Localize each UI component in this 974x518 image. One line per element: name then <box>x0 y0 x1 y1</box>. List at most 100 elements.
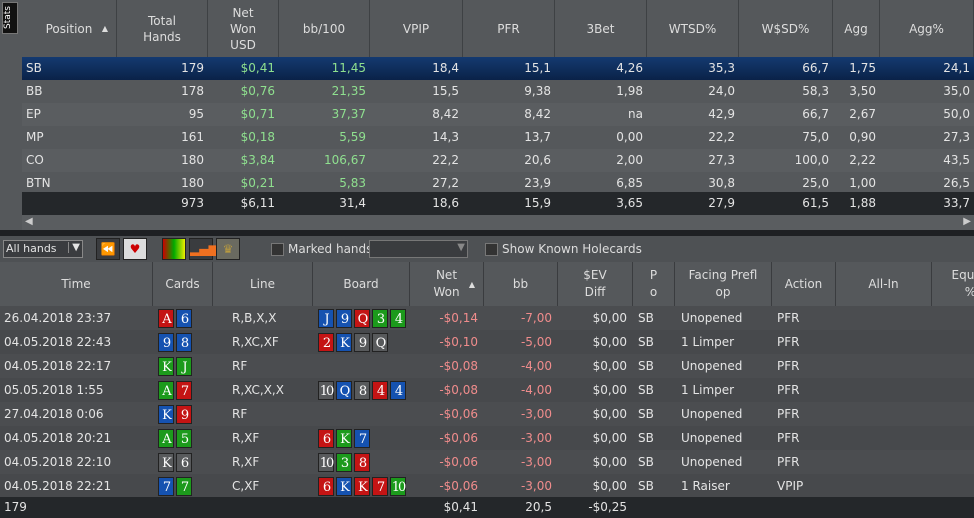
column-header[interactable]: Board <box>313 262 410 306</box>
column-header[interactable]: $EV Diff <box>558 262 633 306</box>
stats-cell: 66,7 <box>802 61 829 75</box>
stats-cell: 15,5 <box>432 84 459 98</box>
time-cell: 05.05.2018 1:55 <box>4 383 104 397</box>
column-header[interactable]: W$SD% <box>739 0 833 57</box>
hand-row[interactable]: 04.05.2018 22:10 R,XF SB Unopened PFR -$0,06 -… <box>0 450 974 474</box>
total-cell: -$0,25 <box>588 500 627 514</box>
column-header[interactable]: Po <box>633 262 675 306</box>
column-header-label: Line <box>249 276 275 291</box>
playing-card: K <box>354 477 370 496</box>
line-cell: R,XC,XF <box>232 335 279 349</box>
stats-panel: Stats ◀ ▶ Position ▲ Total Hands Net Won US… <box>0 0 974 230</box>
show-known-holecards-checkbox[interactable] <box>485 243 498 256</box>
pos-cell: SB <box>638 407 654 421</box>
scroll-right-icon[interactable]: ▶ <box>963 216 971 227</box>
column-header[interactable]: Agg <box>833 0 880 57</box>
column-header[interactable]: Cards <box>153 262 213 306</box>
stats-tab[interactable]: Stats <box>2 2 18 34</box>
action-cell: PFR <box>777 407 800 421</box>
playing-card: 6 <box>176 309 192 328</box>
playing-card: 8 <box>354 381 370 400</box>
action-cell: VPIP <box>777 479 804 493</box>
column-header[interactable]: Facing Preflop <box>675 262 772 306</box>
hole-cards: A6 <box>158 306 194 330</box>
column-header[interactable]: Line <box>213 262 313 306</box>
grid-view-icon[interactable] <box>162 238 186 260</box>
column-header[interactable]: All-In <box>836 262 932 306</box>
pos-cell: SB <box>638 455 654 469</box>
column-header[interactable]: bb <box>484 262 558 306</box>
hand-row[interactable]: 04.05.2018 20:21 R,XF SB Unopened PFR -$0,06 -… <box>0 426 974 450</box>
stats-row[interactable]: SB 179 $0,41 11,45 18,4 15,1 4,26 35,3 66,7 1,75 2… <box>22 57 974 80</box>
marked-hands-dropdown[interactable]: ▼ <box>369 240 468 258</box>
playing-card: 10 <box>390 477 406 496</box>
stats-cell: 161 <box>181 130 204 144</box>
rewind-button[interactable]: ⏪ <box>96 238 120 260</box>
marked-hands-checkbox[interactable] <box>271 243 284 256</box>
column-header[interactable]: Position ▲ <box>22 0 117 57</box>
stats-row[interactable]: MP 161 $0,18 5,59 14,3 13,7 0,00 22,2 75,0 0,90 27… <box>22 126 974 149</box>
show-known-holecards-label: Show Known Holecards <box>502 242 642 256</box>
facing-cell: Unopened <box>681 311 743 325</box>
ev-cell: $0,00 <box>592 455 627 469</box>
column-header-label: Board <box>343 276 379 291</box>
stats-cell: 27,9 <box>708 196 735 210</box>
stats-cell: 8,42 <box>524 107 551 121</box>
stats-row[interactable]: CO 180 $3,84 106,67 22,2 20,6 2,00 27,3 100,0 2,2… <box>22 149 974 172</box>
net-cell: -$0,08 <box>439 359 478 373</box>
column-header[interactable]: Agg% <box>880 0 974 57</box>
hand-row[interactable]: 05.05.2018 1:55 R,XC,X,X SB 1 Limper PFR -$0,… <box>0 378 974 402</box>
stats-totals-row[interactable]: 973 $6,11 31,4 18,6 15,9 3,65 27,9 61,5 1,88 33,7 <box>22 192 974 215</box>
column-header-label: Facing Preflop <box>688 268 758 299</box>
column-header-label: Position <box>45 21 93 36</box>
hand-row[interactable]: 27.04.2018 0:06 RF SB Unopened PFR -$0,06 -3,0… <box>0 402 974 426</box>
playing-card: 9 <box>176 405 192 424</box>
column-header[interactable]: Equity % <box>932 262 974 306</box>
hand-row[interactable]: 26.04.2018 23:37 R,B,X,X SB Unopened PFR -$0,… <box>0 306 974 330</box>
trophy-icon[interactable]: ♛ <box>216 238 240 260</box>
ev-cell: $0,00 <box>592 431 627 445</box>
time-cell: 04.05.2018 22:10 <box>4 455 112 469</box>
column-header[interactable]: Net Won USD <box>208 0 279 57</box>
column-header[interactable]: Net Won ▲ <box>410 262 484 306</box>
hand-row[interactable]: 04.05.2018 22:43 R,XC,XF SB 1 Limper PFR -$0,… <box>0 330 974 354</box>
bar-chart-icon[interactable]: ▂▄▆ <box>189 238 218 260</box>
stats-row[interactable]: EP 95 $0,71 37,37 8,42 8,42 na 42,9 66,7 2,67 50,0 <box>22 103 974 126</box>
playing-card: J <box>176 357 192 376</box>
column-header[interactable]: WTSD% <box>647 0 739 57</box>
stats-cell: 2,00 <box>616 153 643 167</box>
column-header[interactable]: Action <box>772 262 836 306</box>
stats-cell: 2,67 <box>849 107 876 121</box>
bb-cell: -5,00 <box>520 335 552 349</box>
hand-filter-dropdown[interactable]: All hands ▼ <box>3 240 83 258</box>
stats-row[interactable]: BB 178 $0,76 21,35 15,5 9,38 1,98 24,0 58,3 3,50 3… <box>22 80 974 103</box>
cards-icon[interactable]: ♥ <box>123 238 147 260</box>
column-header[interactable]: VPIP <box>370 0 463 57</box>
facing-cell: Unopened <box>681 431 743 445</box>
bb-cell: -4,00 <box>520 383 552 397</box>
board-cards: 10 3 8 <box>318 450 372 474</box>
stats-cell: 35,3 <box>708 61 735 75</box>
hand-row[interactable]: 04.05.2018 22:17 RF SB Unopened PFR -$0,08 -4,… <box>0 354 974 378</box>
hole-cards: KJ <box>158 354 194 378</box>
playing-card: 6 <box>318 477 334 496</box>
net-cell: -$0,06 <box>439 455 478 469</box>
hand-row[interactable]: 04.05.2018 22:21 C,XF SB 1 Raiser VPIP -$0,06… <box>0 474 974 498</box>
stats-cell: 0,90 <box>849 130 876 144</box>
line-cell: RF <box>232 407 248 421</box>
playing-card: J <box>318 309 334 328</box>
column-header[interactable]: Time <box>0 262 153 306</box>
scroll-left-icon[interactable]: ◀ <box>25 216 33 227</box>
total-cell: 20,5 <box>525 500 552 514</box>
column-header-label: Equity % <box>951 268 974 299</box>
horizontal-scrollbar[interactable]: ◀ ▶ <box>22 214 974 230</box>
column-header[interactable]: bb/100 <box>279 0 370 57</box>
column-header[interactable]: Total Hands <box>117 0 208 57</box>
stats-cell: 66,7 <box>802 107 829 121</box>
hole-cards: 77 <box>158 474 194 498</box>
facing-cell: 1 Raiser <box>681 479 730 493</box>
stats-cell: 24,0 <box>708 84 735 98</box>
column-header[interactable]: PFR <box>463 0 555 57</box>
ev-cell: $0,00 <box>592 311 627 325</box>
column-header[interactable]: 3Bet <box>555 0 647 57</box>
